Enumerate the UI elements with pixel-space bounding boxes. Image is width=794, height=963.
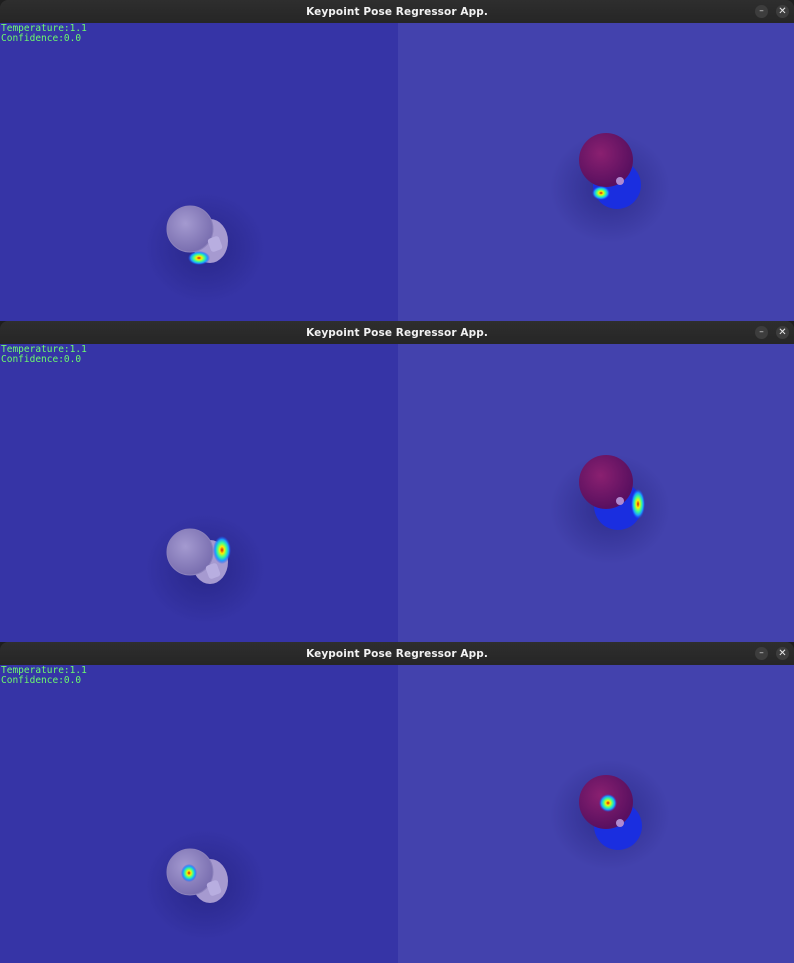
window-title: Keypoint Pose Regressor App.	[306, 326, 488, 339]
purple-sphere	[579, 455, 633, 509]
window-title: Keypoint Pose Regressor App.	[306, 647, 488, 660]
sphere-marker	[616, 497, 624, 505]
render-canvas	[0, 23, 794, 321]
heatmap-blob	[188, 251, 210, 265]
app-window-2: Keypoint Pose Regressor App. – ✕ Tempera…	[0, 321, 794, 642]
viewport: Temperature:1.1 Confidence:0.0	[0, 665, 794, 963]
viewport: Temperature:1.1 Confidence:0.0	[0, 344, 794, 642]
title-bar[interactable]: Keypoint Pose Regressor App. – ✕	[0, 642, 794, 665]
heatmap-blob	[181, 864, 197, 882]
overlay-text: Temperature:1.1 Confidence:0.0	[1, 666, 87, 685]
render-canvas	[0, 344, 794, 642]
title-bar[interactable]: Keypoint Pose Regressor App. – ✕	[0, 321, 794, 344]
minimize-icon[interactable]: –	[755, 5, 768, 18]
app-window-1: Keypoint Pose Regressor App. – ✕ Tempera…	[0, 0, 794, 321]
confidence-label: Confidence:0.0	[1, 353, 82, 365]
app-window-3: Keypoint Pose Regressor App. – ✕ Tempera…	[0, 642, 794, 963]
overlay-text: Temperature:1.1 Confidence:0.0	[1, 24, 87, 43]
sphere-object	[166, 205, 214, 253]
viewport: Temperature:1.1 Confidence:0.0	[0, 23, 794, 321]
purple-sphere	[579, 133, 633, 187]
overlay-text: Temperature:1.1 Confidence:0.0	[1, 345, 87, 364]
close-icon[interactable]: ✕	[776, 326, 789, 339]
render-canvas	[0, 665, 794, 963]
close-icon[interactable]: ✕	[776, 647, 789, 660]
minimize-icon[interactable]: –	[755, 647, 768, 660]
title-bar[interactable]: Keypoint Pose Regressor App. – ✕	[0, 0, 794, 23]
confidence-label: Confidence:0.0	[1, 32, 82, 44]
heatmap-blob	[599, 794, 617, 812]
heatmap-blob	[631, 489, 645, 519]
window-title: Keypoint Pose Regressor App.	[306, 5, 488, 18]
close-icon[interactable]: ✕	[776, 5, 789, 18]
heatmap-blob	[592, 186, 610, 200]
sphere-marker	[616, 819, 624, 827]
heatmap-blob	[213, 536, 231, 564]
sphere-marker	[616, 177, 624, 185]
confidence-label: Confidence:0.0	[1, 674, 82, 686]
minimize-icon[interactable]: –	[755, 326, 768, 339]
